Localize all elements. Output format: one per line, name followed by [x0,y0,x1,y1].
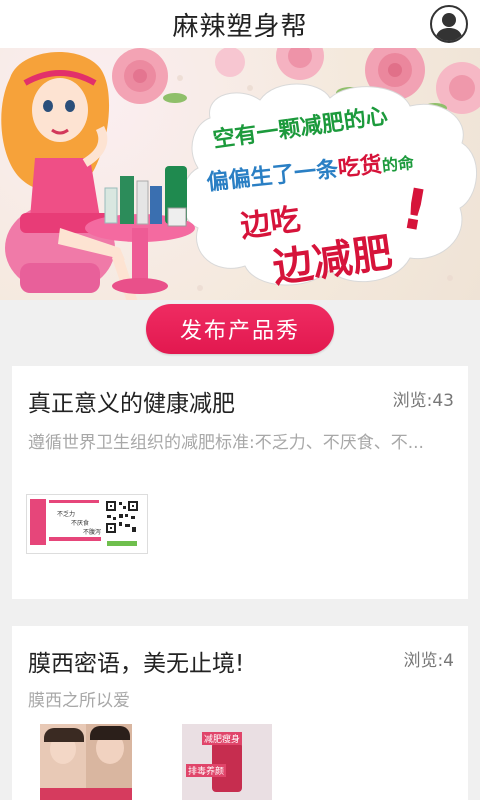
faces-caption-bar [40,788,132,800]
post-title: 膜西密语，美无止境! [28,651,245,677]
view-count: 浏览:4 [403,651,454,671]
thumb-label-c: 不腹泻 [83,529,102,536]
thumb-logo-bar [107,541,137,546]
publish-section: 发布产品秀 [0,300,480,362]
banner-line-2-post: 的命 [381,153,415,176]
publish-product-button[interactable]: 发布产品秀 [146,304,334,354]
hair-right [90,726,130,740]
view-count: 浏览:43 [392,391,454,411]
thumb-header-line [49,500,99,503]
user-avatar-icon[interactable] [430,5,468,43]
post-thumbnail-faces[interactable] [40,724,132,800]
post-card-2[interactable]: 膜西密语，美无止境! 浏览:4 膜西之所以爱 减肥瘦身 排毒养颜 [12,626,468,800]
thumb-pink-strip [30,499,46,545]
promo-banner[interactable]: 空有一颗减肥的心 偏偏生了一条吃货的命 边吃 边减肥 ! [0,48,480,300]
thumb2-text-1: 减肥瘦身 [202,732,243,745]
thumb-label-a: 不乏力 [57,511,76,518]
post-description: 遵循世界卫生组织的减肥标准:不乏力、不厌食、不... [28,433,424,453]
thumb2-text-2: 排毒养颜 [186,764,227,777]
post-title: 真正意义的健康减肥 [28,391,235,417]
post-card-1[interactable]: 真正意义的健康减肥 浏览:43 遵循世界卫生组织的减肥标准:不乏力、不厌食、不.… [12,366,468,599]
post-description: 膜西之所以爱 [28,691,130,711]
thumb-label-b: 不厌食 [71,520,90,527]
post-thumbnail-product[interactable]: 减肥瘦身 排毒养颜 [182,724,272,800]
post-thumbnail[interactable]: 不乏力 不厌食 不腹泻 [26,494,148,554]
thumb-footer-line [49,537,101,541]
page-title: 麻辣塑身帮 [172,11,308,42]
user-silhouette-icon [435,13,463,41]
app-header: 麻辣塑身帮 [0,0,480,48]
hair-left [44,728,84,742]
banner-line-2-emphasis: 吃货 [336,152,384,182]
qr-code-icon [105,500,139,534]
